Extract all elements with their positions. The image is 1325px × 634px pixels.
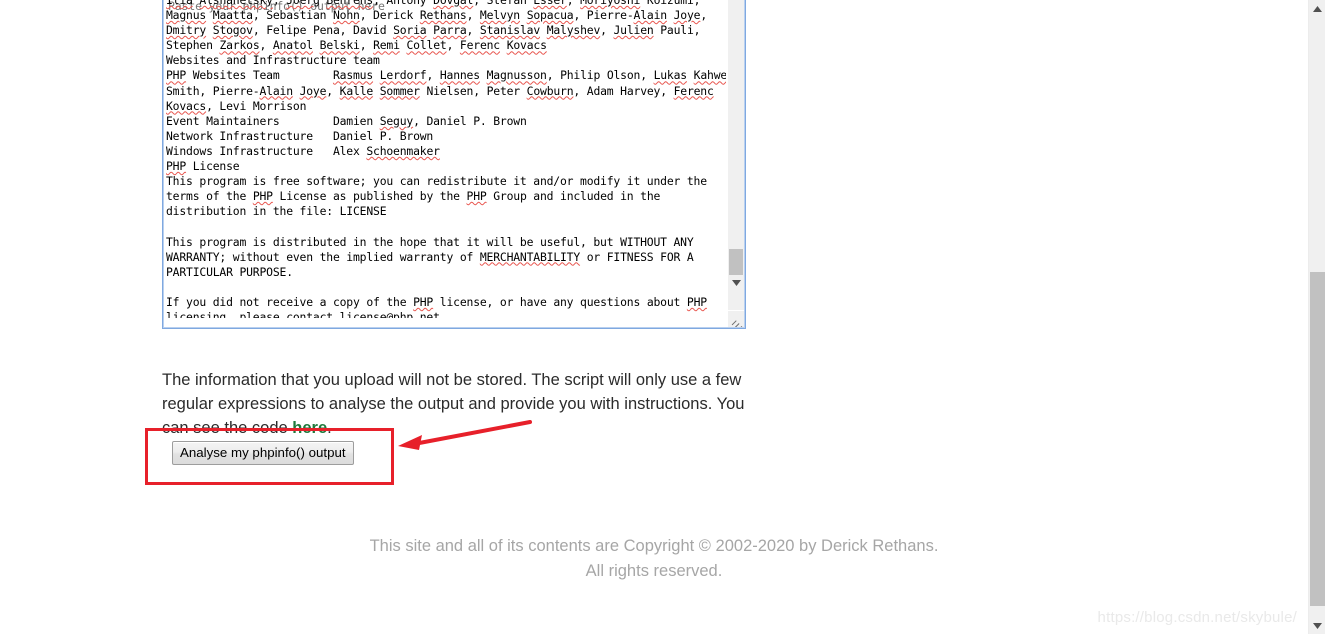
phpinfo-textarea-wrapper[interactable]: Ilia Alshanetsky, Joerg Behrens, Antony … xyxy=(162,0,746,329)
upload-notice-paragraph: The information that you upload will not… xyxy=(162,368,762,441)
phpinfo-output-textarea[interactable] xyxy=(162,0,746,329)
resize-grip-icon[interactable] xyxy=(728,311,744,327)
footer-copyright-line: This site and all of its contents are Co… xyxy=(369,537,939,555)
chevron-down-icon[interactable] xyxy=(728,275,744,290)
footer-rights-line: All rights reserved. xyxy=(585,561,723,580)
blurb-text-part2: . xyxy=(327,419,332,438)
textarea-scrollbar-thumb[interactable] xyxy=(729,249,743,275)
chevron-down-icon[interactable] xyxy=(1309,617,1325,634)
page-scrollbar[interactable] xyxy=(1308,0,1325,634)
blurb-text-part1: The information that you upload will not… xyxy=(162,370,745,438)
site-footer: This site and all of its contents are Co… xyxy=(0,534,1308,583)
textarea-scrollbar[interactable] xyxy=(728,0,744,310)
analyse-phpinfo-output-button[interactable]: Analyse my phpinfo() output xyxy=(172,441,354,465)
page-scrollbar-thumb[interactable] xyxy=(1310,272,1325,606)
blog-watermark: https://blog.csdn.net/skybule/ xyxy=(1097,609,1297,626)
view-code-link[interactable]: here xyxy=(292,419,327,437)
chevron-up-icon[interactable] xyxy=(1309,0,1325,17)
